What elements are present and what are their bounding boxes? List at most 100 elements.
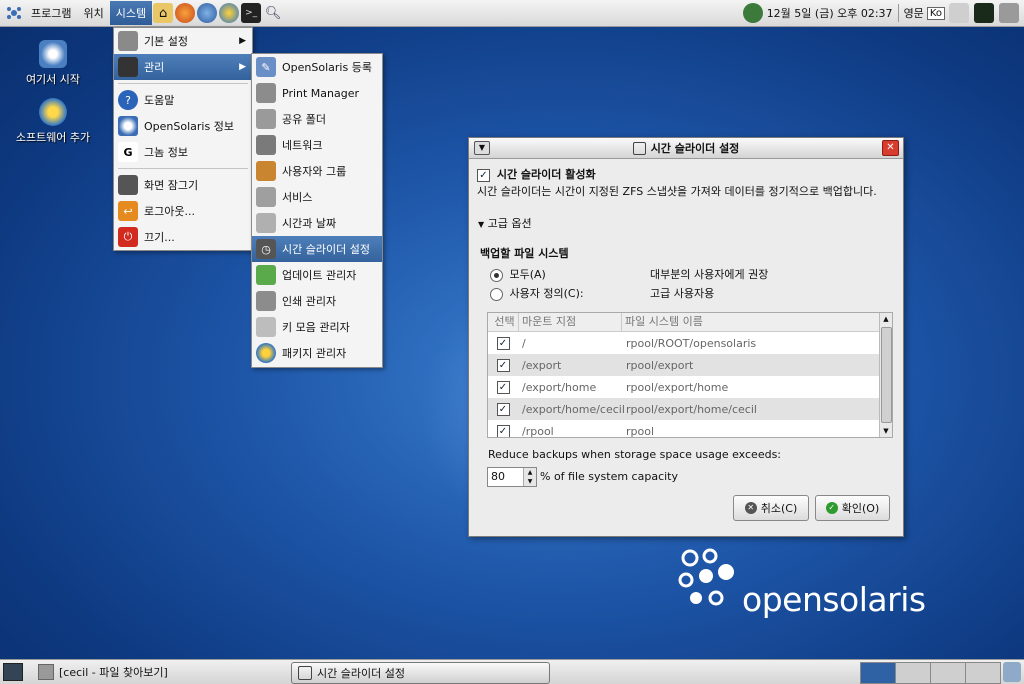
menu-item-lock-screen[interactable]: 화면 잠그기 (114, 172, 252, 198)
table-scrollbar[interactable]: ▲ ▼ (879, 313, 892, 437)
menu-places[interactable]: 위치 (77, 1, 109, 25)
table-row[interactable]: ✓ /export/home rpool/export/home (488, 376, 892, 398)
trash-icon[interactable] (1003, 662, 1021, 682)
taskbar-item-file-browser[interactable]: [cecil - 파일 찾아보기] (38, 662, 168, 682)
home-icon[interactable]: ⌂ (153, 3, 174, 23)
menu-item-about-opensolaris[interactable]: OpenSolaris 정보 (114, 113, 252, 139)
firefox-icon[interactable] (175, 3, 196, 23)
shared-folder-icon (256, 109, 276, 129)
scroll-thumb[interactable] (881, 327, 892, 423)
column-header-mount[interactable]: 마운트 지점 (519, 313, 622, 331)
preferences-icon (118, 31, 138, 51)
radio-all[interactable] (490, 268, 503, 282)
mount-point: /rpool (522, 424, 554, 438)
scroll-up-icon[interactable]: ▲ (881, 313, 891, 325)
table-row[interactable]: ✓ /rpool rpool (488, 420, 892, 438)
search-icon[interactable]: 🔍︎ (263, 3, 283, 23)
keyboard-layout[interactable]: 영문 (904, 5, 924, 21)
lock-icon (118, 175, 138, 195)
enable-checkbox-row[interactable]: ✓ 시간 슬라이더 활성화 (477, 166, 596, 182)
window-menu-icon[interactable]: ▼ (474, 141, 490, 155)
menu-item-preferences[interactable]: 기본 설정 ▶ (114, 28, 252, 54)
system-monitor-icon[interactable] (974, 3, 994, 23)
update-manager-icon (256, 265, 276, 285)
menu-item-time-date[interactable]: 시간과 날짜 (252, 210, 382, 236)
menu-item-shared-folders[interactable]: 공유 폴더 (252, 106, 382, 132)
workspace-3[interactable] (930, 662, 966, 684)
thunderbird-icon[interactable] (197, 3, 218, 23)
taskbar-item-time-slider[interactable]: 시간 슬라이더 설정 (291, 662, 550, 684)
menu-item-shutdown[interactable]: ⏻ 끄기... (114, 224, 252, 250)
fs-name: rpool/export/home (626, 380, 729, 394)
clock[interactable]: 12월 5일 (금) 오후 02:37 (767, 5, 893, 21)
row-checkbox[interactable]: ✓ (496, 424, 510, 437)
volume-icon[interactable] (999, 3, 1019, 23)
register-icon: ✎ (256, 57, 276, 77)
desktop-icon-start-here[interactable]: 여기서 시작 (8, 40, 98, 87)
administration-icon (118, 57, 138, 77)
menu-item-time-slider[interactable]: ◷ 시간 슬라이더 설정 (252, 236, 382, 262)
menu-item-print-manager[interactable]: Print Manager (252, 80, 382, 106)
spinner-arrows-icon[interactable]: ▲ ▼ (523, 468, 536, 486)
ok-button[interactable]: ✓ 확인(O) (815, 495, 890, 521)
menu-item-update-manager[interactable]: 업데이트 관리자 (252, 262, 382, 288)
menu-item-keyring-manager[interactable]: 키 모음 관리자 (252, 314, 382, 340)
menu-item-logout[interactable]: ↩ 로그아웃... (114, 198, 252, 224)
mount-point: /export/home/cecil (522, 402, 625, 416)
desktop-icon-add-software[interactable]: 소프트웨어 추가 (8, 98, 98, 145)
fs-name: rpool/export/home/cecil (626, 402, 757, 416)
package-manager-icon[interactable] (219, 3, 240, 23)
workspace-2[interactable] (895, 662, 931, 684)
printer-icon (256, 83, 276, 103)
cancel-icon: ✕ (744, 502, 757, 514)
menu-item-about-gnome[interactable]: G 그놈 정보 (114, 139, 252, 165)
menu-item-users-groups[interactable]: 사용자와 그룹 (252, 158, 382, 184)
radio-custom[interactable] (490, 287, 503, 301)
percent-spinner[interactable]: 80 ▲ ▼ (487, 467, 537, 487)
close-button[interactable]: ✕ (882, 140, 899, 156)
mount-point: /export (522, 358, 562, 372)
table-row[interactable]: ✓ /export rpool/export (488, 354, 892, 376)
row-checkbox[interactable]: ✓ (496, 358, 510, 372)
radio-custom-row[interactable]: 사용자 정의(C): (490, 285, 584, 301)
percent-value: 80 (491, 470, 505, 483)
update-notifier-icon[interactable] (742, 3, 763, 23)
mount-point: / (522, 336, 526, 350)
menu-applications[interactable]: 프로그램 (25, 1, 77, 25)
radio-all-row[interactable]: 모두(A) (490, 266, 546, 282)
network-icon[interactable] (949, 3, 969, 23)
menu-item-administration[interactable]: 관리 ▶ (114, 54, 252, 80)
gnome-foot-icon[interactable] (4, 3, 24, 23)
workspace-1[interactable] (860, 662, 896, 684)
menu-item-register[interactable]: ✎ OpenSolaris 등록 (252, 54, 382, 80)
ime-indicator[interactable]: Ko (926, 6, 945, 20)
time-slider-icon: ◷ (256, 239, 276, 259)
row-checkbox[interactable]: ✓ (496, 402, 510, 416)
radio-custom-hint: 고급 사용자용 (650, 287, 715, 300)
scroll-down-icon[interactable]: ▼ (881, 425, 891, 437)
enable-checkbox[interactable]: ✓ (477, 168, 490, 182)
desktop-icon-label: 소프트웨어 추가 (15, 131, 91, 144)
menu-item-package-manager[interactable]: 패키지 관리자 (252, 340, 382, 366)
time-slider-icon (298, 666, 312, 680)
table-row[interactable]: ✓ / rpool/ROOT/opensolaris (488, 332, 892, 354)
menu-system[interactable]: 시스템 (109, 1, 153, 25)
column-header-select[interactable]: 선택 (488, 313, 519, 331)
printer-icon (256, 291, 276, 311)
menu-item-print-admin[interactable]: 인쇄 관리자 (252, 288, 382, 314)
fs-name: rpool/export (626, 358, 694, 372)
package-manager-icon (256, 343, 276, 363)
column-header-fs[interactable]: 파일 시스템 이름 (622, 313, 892, 331)
advanced-expander[interactable]: ▼ 고급 옵션 (478, 215, 532, 231)
cancel-button[interactable]: ✕ 취소(C) (733, 495, 809, 521)
row-checkbox[interactable]: ✓ (496, 336, 510, 350)
menu-item-services[interactable]: 서비스 (252, 184, 382, 210)
show-desktop-button[interactable] (3, 662, 23, 682)
table-row[interactable]: ✓ /export/home/cecil rpool/export/home/c… (488, 398, 892, 420)
menu-item-help[interactable]: ? 도움말 (114, 87, 252, 113)
workspace-4[interactable] (965, 662, 1001, 684)
menu-item-network[interactable]: 네트워크 (252, 132, 382, 158)
terminal-icon[interactable]: >_ (241, 3, 262, 23)
row-checkbox[interactable]: ✓ (496, 380, 510, 394)
dialog-titlebar[interactable]: ▼ 시간 슬라이더 설정 ✕ (469, 138, 903, 159)
